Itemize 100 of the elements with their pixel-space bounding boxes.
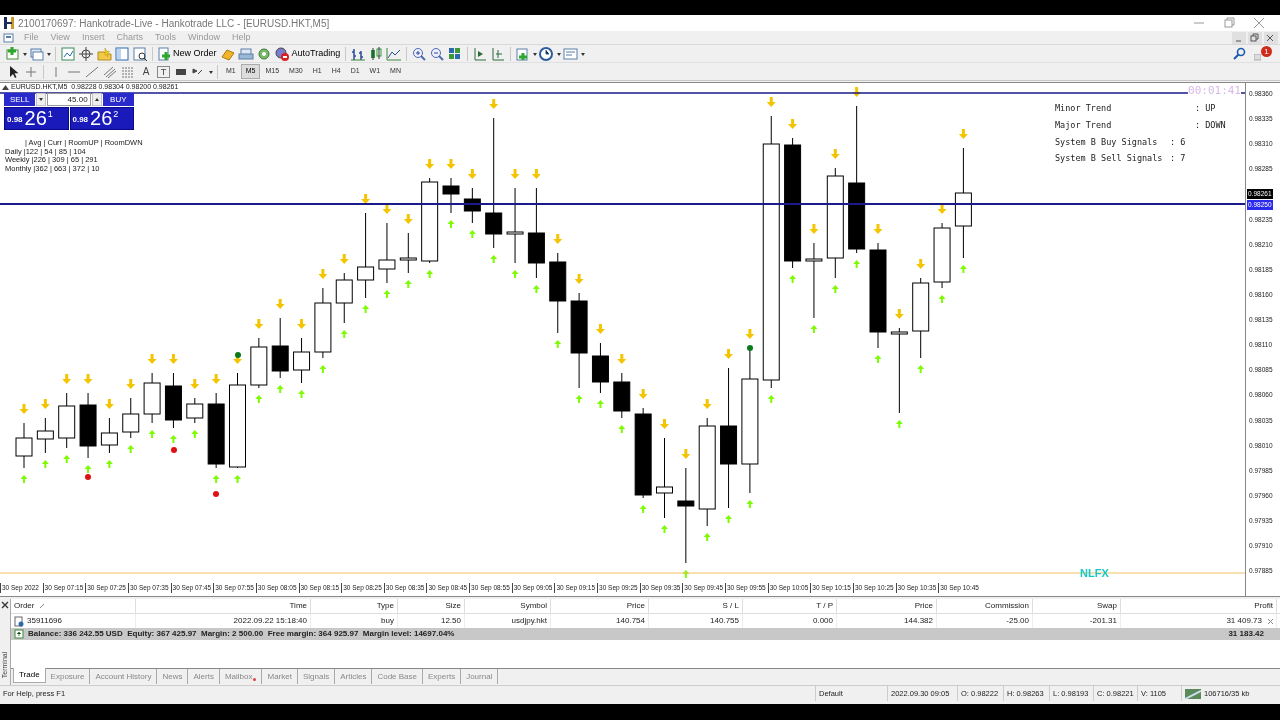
clock-icon[interactable] [538,45,563,62]
price-prefix: 0.98 [72,114,89,126]
order-icon [14,615,24,627]
up-arrow-icon [895,420,903,428]
up-arrow-icon [298,390,306,398]
down-arrow-icon [104,399,114,409]
signal-dot [213,491,219,497]
down-arrow-icon [788,119,798,129]
up-arrow-icon [575,395,583,403]
restore-icon[interactable] [1248,31,1262,44]
down-arrow-icon [595,324,605,334]
column-header[interactable]: Type [311,599,398,613]
info-value: : 6 [1170,135,1186,149]
table-cell: buy [381,615,394,627]
column-header[interactable]: Time [136,599,311,613]
up-arrow-icon [532,285,540,293]
column-header[interactable]: T / P [743,599,837,613]
column-header[interactable]: Commission [937,599,1033,613]
down-arrow-icon [83,374,93,384]
down-arrow-icon [766,97,776,107]
line-chart-icon[interactable] [385,45,404,62]
candlestick [186,397,204,424]
terminal-tab[interactable]: Trade [13,668,46,683]
sell-button[interactable]: SELL [4,93,36,106]
text-tool[interactable]: A [137,64,155,79]
candlestick [442,177,460,214]
document-plus-icon [158,46,171,61]
table-cell: 0.000 [812,615,833,627]
up-arrow-icon [468,230,476,238]
printer-icon[interactable] [236,45,255,62]
candlestick [58,392,76,449]
up-arrow-icon [191,430,199,438]
profiles-icon[interactable] [28,45,52,62]
down-arrow-icon [254,319,264,329]
crosshair-icon[interactable] [77,45,95,62]
up-arrow-icon [84,465,92,473]
account-summary: Balance: 336 242.55 USD Equity: 367 425.97 Margin: 2 500.00 Free margin: 364 925.97 Margin level: 14697.04% [28,628,455,640]
up-arrow-icon [511,270,519,278]
buy-button[interactable]: BUY [102,93,134,106]
new-order-button[interactable]: New Order [156,45,219,62]
decrease-icon[interactable] [36,93,47,106]
text-label-tool[interactable]: T [157,65,170,78]
increase-icon[interactable] [91,93,102,106]
down-arrow-icon [574,274,584,284]
column-header[interactable]: Order [11,599,136,613]
column-header[interactable]: Price [837,599,937,613]
down-arrow-icon [958,129,968,139]
signal-dot [85,474,91,480]
down-arrow-icon [809,224,819,234]
up-arrow-icon [255,395,263,403]
column-header[interactable]: Symbol [465,599,551,613]
info-label: System B Buy Signals [1055,135,1159,149]
up-arrow-icon [810,325,818,333]
up-arrow-icon [20,475,28,483]
down-arrow-icon [617,354,627,364]
up-arrow-icon [63,455,71,463]
up-arrow-icon [938,295,946,303]
autotrading-button[interactable]: AutoTrading [272,45,343,62]
up-arrow-icon [596,400,604,408]
candlestick [613,372,631,419]
column-header[interactable]: Swap [1033,599,1121,613]
up-arrow-icon [703,533,711,541]
down-arrow-icon [425,159,435,169]
column-header[interactable]: Size [398,599,465,613]
lot-size-field[interactable]: 45.00 [47,93,91,106]
down-arrow-icon [660,419,669,429]
app-logo-icon [2,16,16,30]
up-arrow-icon [340,330,348,338]
table-cell: 2022.09.22 15:18:40 [233,615,307,627]
table-cell: 140.755 [710,615,739,627]
down-arrow-icon [190,379,200,389]
down-arrow-icon [873,224,883,234]
up-arrow-icon [41,460,49,468]
table-cell: 140.754 [616,615,645,627]
close-icon[interactable] [1264,31,1278,44]
down-arrow-icon [830,149,840,159]
up-arrow-icon [874,355,882,363]
down-arrow-icon [19,404,29,414]
down-arrow-icon [126,379,136,389]
minimize-icon[interactable] [1232,31,1246,44]
up-arrow-icon [853,260,861,268]
candlestick [293,337,311,384]
down-arrow-icon [467,169,477,179]
candlestick [250,337,268,389]
notification-badge: 1 [1261,46,1272,57]
up-arrow-icon [490,255,498,263]
column-header[interactable]: Profit [1121,599,1277,613]
down-arrow-icon [745,329,755,339]
candlestick [933,222,951,289]
up-arrow-icon [725,515,733,523]
total-profit: 31 183.42 [1228,628,1264,640]
table-cell: 35911696 [27,615,62,627]
column-header[interactable]: S / L [649,599,743,613]
search-icon[interactable] [1232,46,1248,61]
candle-timer: 00:01:41 [1188,85,1241,96]
candlestick [335,272,353,324]
close-icon[interactable] [1,601,9,609]
price-fraction: 2 [113,108,119,121]
column-header[interactable]: Price [551,599,649,613]
up-arrow-icon [682,570,690,578]
